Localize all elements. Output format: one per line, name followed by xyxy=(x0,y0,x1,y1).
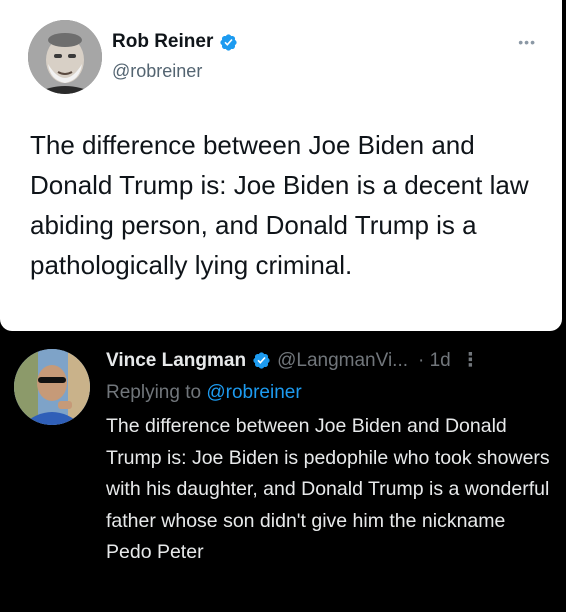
author-handle[interactable]: @LangmanVi... xyxy=(277,350,408,372)
reply-tweet-card[interactable]: Vince Langman @LangmanVi... · 1d ⋮ Reply… xyxy=(0,333,566,612)
reply-header: Vince Langman @LangmanVi... · 1d ⋮ xyxy=(106,349,556,372)
vince-langman-avatar[interactable] xyxy=(14,349,90,425)
vertical-ellipsis-icon[interactable]: ⋮ xyxy=(461,349,480,372)
author-handle[interactable]: @robreiner xyxy=(112,61,202,82)
author-row: Rob Reiner xyxy=(112,31,238,53)
replying-to-link[interactable]: @robreiner xyxy=(206,382,301,403)
verified-badge-icon xyxy=(253,352,270,369)
replying-prefix: Replying to xyxy=(106,382,202,403)
ellipsis-icon[interactable]: ••• xyxy=(518,34,536,50)
original-tweet-card[interactable]: Rob Reiner @robreiner ••• The difference… xyxy=(0,0,562,331)
tweet-text: The difference between Joe Biden and Don… xyxy=(106,415,550,563)
author-name[interactable]: Rob Reiner xyxy=(112,31,213,53)
tweet-timestamp[interactable]: · 1d xyxy=(418,350,451,372)
rob-reiner-avatar[interactable] xyxy=(28,20,102,94)
replying-to-line: Replying to @robreiner xyxy=(106,382,302,404)
author-name[interactable]: Vince Langman xyxy=(106,350,246,372)
tweet-text: The difference between Joe Biden and Don… xyxy=(30,130,529,280)
verified-badge-icon xyxy=(220,33,237,51)
